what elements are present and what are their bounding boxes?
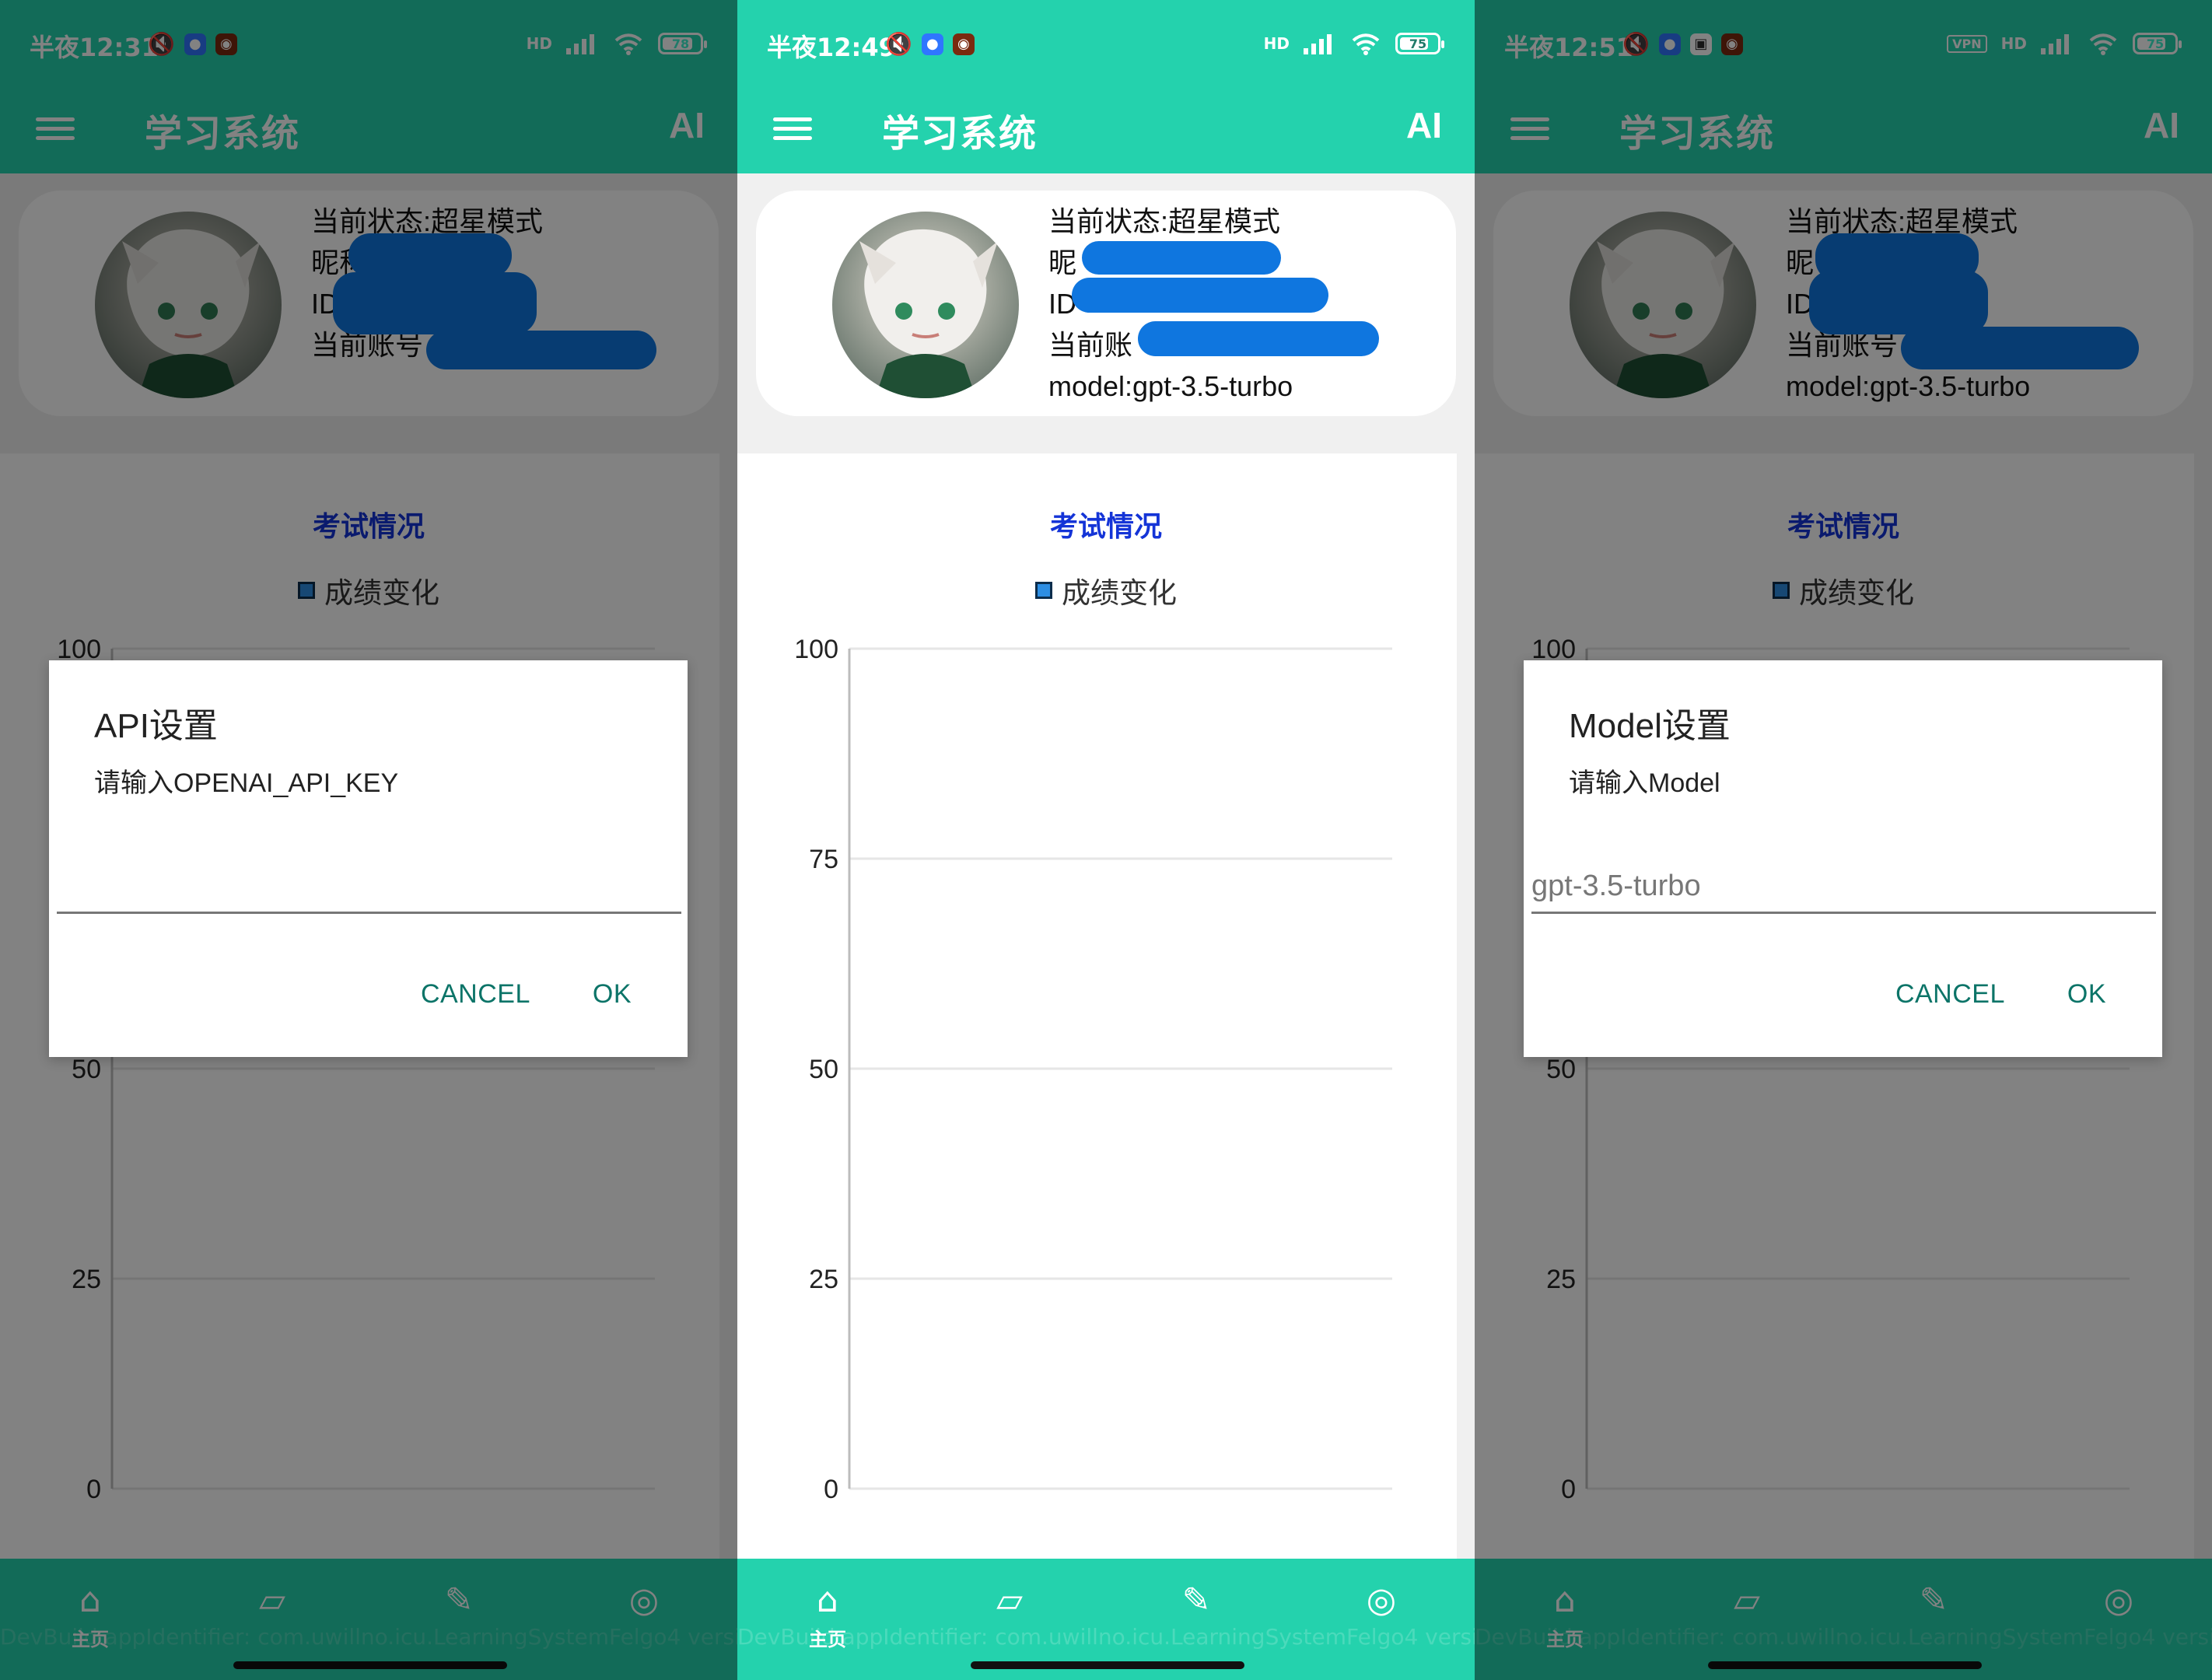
- pencil-icon: ✎: [1181, 1580, 1211, 1620]
- home-indicator[interactable]: [971, 1661, 1244, 1669]
- y-axis-tick-label: 75: [809, 845, 838, 874]
- cancel-button[interactable]: CANCEL: [421, 979, 530, 1010]
- y-axis-tick-label: 50: [809, 1055, 838, 1084]
- model-settings-dialog: Model设置 请输入Model CANCEL OK: [1524, 660, 2162, 1057]
- dialog-title: API设置: [94, 707, 218, 745]
- api-key-input[interactable]: [57, 861, 681, 914]
- score-chart: 0 25 50 75 100: [794, 635, 1392, 1504]
- battery-level: 75: [1409, 36, 1427, 51]
- dialog-actions: CANCEL OK: [421, 979, 632, 1010]
- book-icon: ▱: [996, 1580, 1023, 1620]
- model-input[interactable]: [1531, 861, 2156, 914]
- y-axis-tick-label: 100: [794, 635, 838, 664]
- screen-home: 半夜12:49 🔇 ● ◉ HD 75 学习系统 AI 当前状态:超星模式 昵: [737, 0, 1475, 1680]
- build-watermark: DevBuild appIdentifier: com.uwillno.icu.…: [737, 1624, 1475, 1650]
- wechat-icon: ◎: [1366, 1580, 1397, 1620]
- ok-button[interactable]: OK: [593, 979, 632, 1010]
- cancel-button[interactable]: CANCEL: [1895, 979, 2005, 1010]
- nav-book[interactable]: ▱: [971, 1580, 1048, 1621]
- y-axis-tick-label: 25: [809, 1265, 838, 1294]
- nav-chat[interactable]: ◎: [1342, 1580, 1420, 1621]
- screen-model-settings: 半夜12:51 🔇 ● ▣ ◉ VPN HD 75 学习系统 AI 当前状态:超…: [1475, 0, 2212, 1680]
- battery-level: 75: [2146, 36, 2165, 51]
- dialog-message: 请输入Model: [1569, 768, 1720, 798]
- dialog-actions: CANCEL OK: [1895, 979, 2106, 1010]
- nav-edit[interactable]: ✎: [1157, 1580, 1235, 1621]
- dialog-message: 请输入OPENAI_API_KEY: [94, 768, 399, 798]
- api-settings-dialog: API设置 请输入OPENAI_API_KEY CANCEL OK: [49, 660, 688, 1057]
- screen-api-settings: 半夜12:31 🔇 ● ◉ HD 78 学习系统 AI 当前状态:超星模式 昵称: [0, 0, 737, 1680]
- battery-level: 78: [671, 36, 690, 51]
- home-icon: ⌂: [817, 1580, 838, 1620]
- dialog-title: Model设置: [1569, 707, 1731, 745]
- ok-button[interactable]: OK: [2067, 979, 2106, 1010]
- y-axis-tick-label: 0: [824, 1475, 838, 1504]
